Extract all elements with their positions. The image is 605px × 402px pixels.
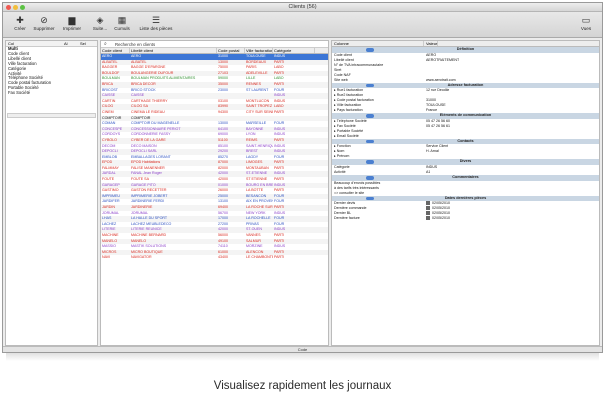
section-header[interactable]: Eléments de communication [332, 113, 599, 119]
views-button[interactable]: ▭ Vues [573, 15, 599, 32]
delete-button[interactable]: ⊘ Supprimer [31, 15, 57, 32]
detail-sections: Définition Code client AERO Libellé client A… [332, 47, 599, 221]
section-title: Commentaires [452, 174, 479, 179]
list-icon: ☰ [151, 15, 161, 25]
create-label: Créer [14, 26, 26, 31]
window-shadow [6, 353, 599, 361]
table-cell: NAVIGATOR [131, 255, 152, 260]
field-value[interactable]: H. Arnal [424, 149, 439, 154]
close-window-icon[interactable] [6, 5, 11, 10]
toolbar: ✚ Créer ⊘ Supprimer ▆ Imprimer ◈ Suite..… [3, 12, 602, 38]
field-item[interactable]: Fax Société [6, 90, 97, 96]
section-header[interactable]: Contacts [332, 138, 599, 145]
col-code-client[interactable]: Code client [101, 48, 130, 53]
table-body: AERO AERO 31000 TOULOUSE INDUS ALBATEL ALBATEL… [101, 54, 328, 261]
section-toggle-icon[interactable] [366, 83, 374, 88]
section-header[interactable]: Commentaires [332, 174, 599, 181]
horizontal-scrollbar[interactable] [7, 113, 96, 118]
section-toggle-icon[interactable] [366, 196, 374, 201]
table-cell: LE CHAMBONTESE [246, 255, 273, 260]
parts-list-label: Liste des pièces [139, 26, 173, 31]
content-area: Col Al Sel Multi Code client Libellé clien… [3, 39, 602, 346]
section-toggle-icon[interactable] [366, 175, 374, 180]
print-button[interactable]: ▆ Imprimer [59, 15, 85, 32]
section-toggle-icon[interactable] [366, 139, 374, 144]
delete-icon: ⊘ [40, 15, 48, 25]
date-value: 02/05/2010 [432, 201, 450, 206]
field-value[interactable]: AEROTRAITEMENT [424, 58, 459, 63]
zoom-window-icon[interactable] [20, 5, 25, 10]
totals-label: Cumuls [114, 26, 130, 31]
minimize-window-icon[interactable] [13, 5, 18, 10]
calendar-icon[interactable] [426, 206, 430, 210]
section-toggle-icon[interactable] [366, 160, 374, 164]
col-code-postal[interactable]: Code postal [217, 48, 245, 53]
calendar-icon[interactable] [426, 216, 430, 220]
field-key: Dernière facture [334, 216, 360, 221]
calculator-icon: ▦ [117, 15, 127, 25]
window-controls [6, 5, 25, 10]
section-toggle-icon[interactable] [366, 114, 374, 118]
calendar-icon[interactable] [426, 201, 430, 205]
col-ville[interactable]: Ville facturation [245, 48, 273, 53]
field-value[interactable]: 12 rue Deodile [424, 88, 449, 93]
col-categorie[interactable]: Catégorie [273, 48, 315, 53]
title-bar: Clients (56) [3, 3, 602, 12]
section-title: Dates dernières pièces [444, 195, 487, 200]
client-list-panel: ⌕ Recherche en clients Code client Libel… [100, 40, 329, 346]
table-cell: 43400 [218, 255, 228, 260]
search-icon: ⌕ [104, 41, 107, 47]
calendar-icon[interactable] [426, 211, 430, 215]
status-bar: Code [3, 346, 602, 352]
plus-icon: ✚ [16, 15, 24, 25]
search-bar[interactable]: ⌕ Recherche en clients [101, 41, 328, 48]
detail-panel: Colonne Valeur Définition Code client AERO… [331, 40, 600, 346]
monitor-icon: ▭ [581, 15, 591, 25]
date-value: 02/05/2010 [432, 211, 450, 216]
col-libelle[interactable]: Libellé client [130, 48, 217, 53]
create-button[interactable]: ✚ Créer [7, 15, 33, 32]
detail-field: Dernière facture 02/05/2010 [332, 216, 599, 221]
field-value[interactable]: 02/05/2010 [424, 216, 450, 221]
section-header[interactable]: Définition [332, 47, 599, 53]
section-header[interactable]: Adresse facturation [332, 82, 599, 89]
delete-label: Supprimer [33, 26, 55, 31]
window-title: Clients (56) [288, 4, 317, 10]
section-title: Divers [459, 159, 472, 164]
header-sel[interactable]: Sel [78, 41, 86, 46]
section-title: Eléments de communication [439, 113, 492, 118]
caption: Visualisez rapidement les journaux [213, 380, 392, 392]
section-header[interactable]: Divers [332, 159, 599, 165]
section-header[interactable]: Dates dernières pièces [332, 195, 599, 202]
section-toggle-icon[interactable] [366, 48, 374, 52]
field-value[interactable]: 05 47 26 56 61 [424, 124, 450, 129]
parts-list-button[interactable]: ☰ Liste des pièces [139, 15, 173, 32]
totals-button[interactable]: ▦ Cumuls [109, 15, 135, 32]
header-al[interactable]: Al [62, 41, 78, 46]
date-value: 02/05/2010 [432, 216, 450, 221]
field-list: Multi Code client Libellé client Ville fact… [6, 46, 97, 96]
table-cell: NAVI [102, 255, 111, 260]
detail-col-valeur: Valeur [426, 41, 439, 46]
section-title: Adresse facturation [447, 82, 484, 87]
section-title: Contacts [457, 138, 474, 143]
table-cell: PARTI [274, 255, 285, 260]
section-title: Définition [456, 47, 475, 51]
table-row[interactable]: NAVI NAVIGATOR 43400 LE CHAMBONTESEPARTI [101, 255, 328, 261]
column-selector-panel: Col Al Sel Multi Code client Libellé clien… [5, 40, 98, 346]
detail-col-colonne: Colonne [332, 41, 424, 46]
views-label: Vues [580, 26, 592, 31]
print-label: Imprimer [62, 26, 82, 31]
date-value: 02/05/2010 [432, 206, 450, 211]
search-placeholder: Recherche en clients [115, 42, 156, 47]
printer-icon: ▆ [68, 15, 76, 25]
app-window: Clients (56) ✚ Créer ⊘ Supprimer ▆ Impri… [2, 2, 603, 353]
